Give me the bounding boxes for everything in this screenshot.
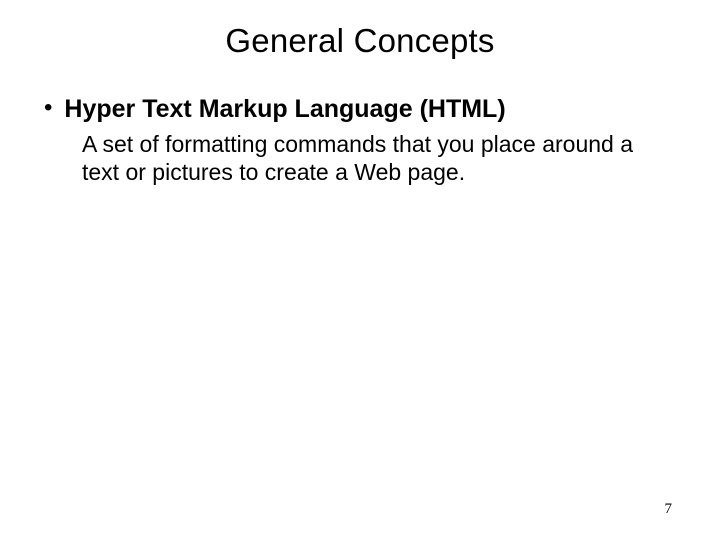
bullet-description: A set of formatting commands that you pl… — [82, 130, 642, 186]
slide-content: • Hyper Text Markup Language (HTML) A se… — [44, 94, 680, 186]
bullet-dot-icon: • — [44, 94, 52, 122]
slide-title: General Concepts — [40, 22, 680, 60]
bullet-item: • Hyper Text Markup Language (HTML) — [44, 94, 680, 124]
page-number: 7 — [665, 501, 673, 518]
slide: General Concepts • Hyper Text Markup Lan… — [0, 0, 720, 540]
bullet-heading: Hyper Text Markup Language (HTML) — [64, 94, 505, 124]
